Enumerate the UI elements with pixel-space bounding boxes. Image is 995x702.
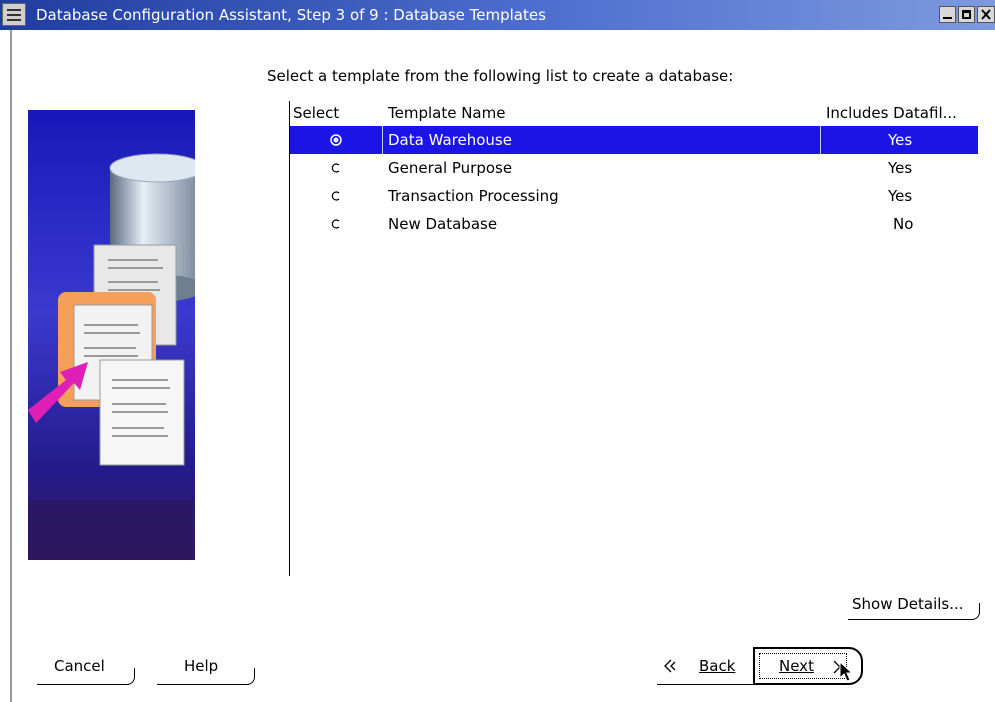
help-button[interactable]: Help	[157, 655, 255, 685]
back-arrow-icon	[664, 659, 676, 673]
includes-datafiles-value: No	[893, 215, 914, 233]
maximize-icon[interactable]	[958, 6, 975, 23]
radio-unselected-icon[interactable]	[330, 218, 342, 230]
close-icon[interactable]	[977, 6, 995, 23]
cancel-button[interactable]: Cancel	[37, 655, 135, 685]
radio-selected-icon[interactable]	[330, 134, 342, 146]
column-header-template-name[interactable]: Template Name	[388, 101, 505, 125]
radio-unselected-icon[interactable]	[330, 190, 342, 202]
title-bar: Database Configuration Assistant, Step 3…	[0, 0, 995, 30]
mouse-cursor-icon	[839, 661, 854, 682]
includes-datafiles-value: Yes	[888, 187, 913, 205]
show-details-button[interactable]: Show Details...	[848, 592, 980, 620]
includes-datafiles-value: Yes	[888, 131, 913, 149]
template-name: New Database	[388, 215, 498, 233]
instruction-text: Select a template from the following lis…	[267, 67, 734, 85]
back-button[interactable]: Back	[657, 655, 753, 685]
window-title: Database Configuration Assistant, Step 3…	[36, 6, 546, 24]
column-header-includes-datafiles[interactable]: Includes Datafil...	[826, 101, 957, 125]
table-row[interactable]: New Database No	[290, 210, 978, 238]
minimize-icon[interactable]	[939, 6, 956, 23]
template-table: Select Template Name Includes Datafil...…	[289, 101, 979, 576]
includes-datafiles-value: Yes	[888, 159, 913, 177]
window-menu-icon[interactable]	[2, 3, 26, 26]
column-header-select[interactable]: Select	[293, 101, 339, 125]
template-name: Data Warehouse	[388, 131, 512, 149]
next-button[interactable]: Next	[753, 647, 863, 685]
database-templates-illustration	[28, 110, 205, 560]
template-name: General Purpose	[388, 159, 513, 177]
table-row[interactable]: Transaction Processing Yes	[290, 182, 978, 210]
template-name: Transaction Processing	[388, 187, 559, 205]
radio-unselected-icon[interactable]	[330, 162, 342, 174]
table-row[interactable]: Data Warehouse Yes	[290, 126, 978, 154]
table-row[interactable]: General Purpose Yes	[290, 154, 978, 182]
